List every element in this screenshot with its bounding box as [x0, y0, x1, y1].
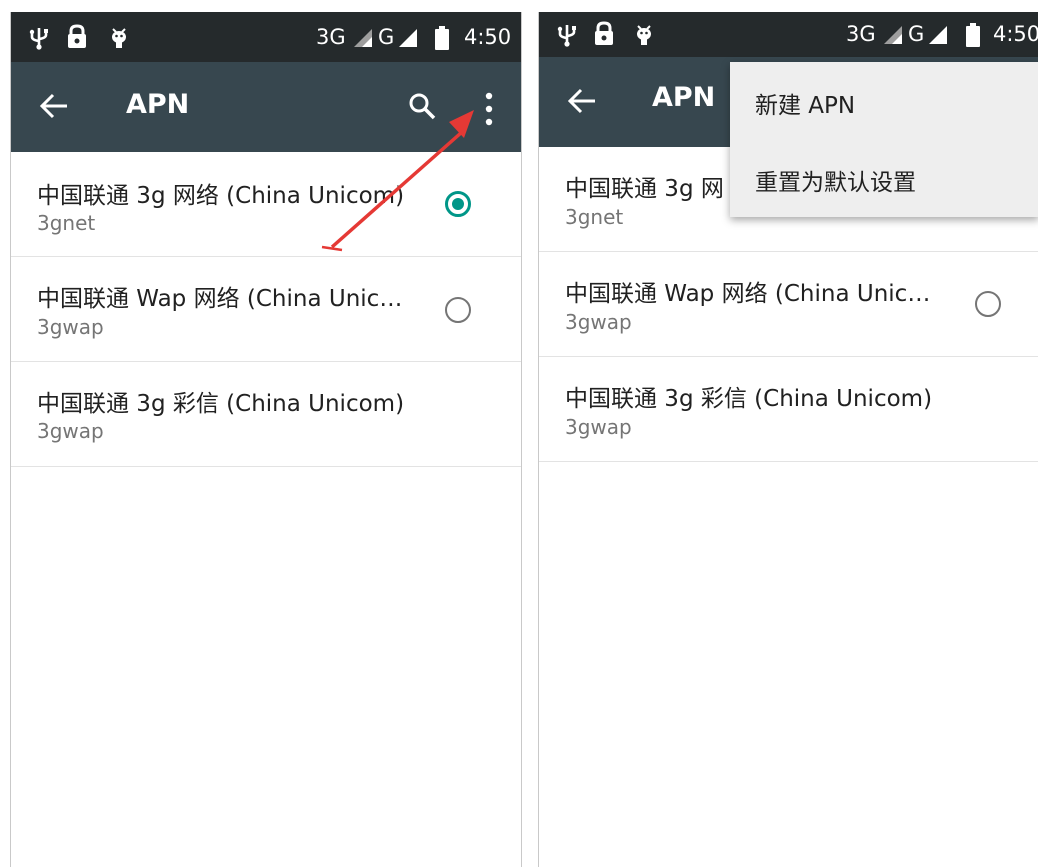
menu-item-new-apn[interactable]: 新建 APN: [755, 86, 855, 120]
network-type-2-label: G: [378, 25, 395, 49]
network-type-2-label: G: [908, 22, 925, 46]
apn-name: 中国联通 3g 网络 (China Unicom): [37, 183, 405, 209]
lock-icon: [66, 24, 88, 50]
status-bar: 3G G 4:50: [539, 12, 1038, 57]
signal-icon: [882, 25, 904, 45]
apn-value: 3gnet: [37, 211, 96, 235]
clock: 4:50: [464, 25, 512, 49]
screen-left: 3G G 4:50 APN 中国联通 3g 网络 (China Unicom) …: [10, 12, 522, 867]
usb-icon: [28, 26, 50, 50]
app-bar: APN: [11, 62, 521, 152]
battery-icon: [966, 23, 980, 47]
apn-name: 中国联通 Wap 网络 (China Unic…: [565, 281, 931, 307]
apn-name: 中国联通 3g 网: [565, 176, 724, 202]
apn-value: 3gnet: [565, 205, 624, 229]
signal-icon: [352, 28, 374, 48]
apn-list-item[interactable]: 中国联通 3g 彩信 (China Unicom) 3gwap: [11, 362, 521, 467]
apn-value: 3gwap: [37, 315, 104, 339]
apn-value: 3gwap: [37, 419, 104, 443]
search-icon[interactable]: [407, 91, 437, 125]
apn-list-item[interactable]: 中国联通 3g 彩信 (China Unicom) 3gwap: [539, 357, 1038, 462]
page-title: APN: [652, 82, 716, 113]
apn-list-item[interactable]: 中国联通 Wap 网络 (China Unic… 3gwap: [539, 252, 1038, 357]
signal-icon: [927, 25, 949, 45]
back-arrow-icon[interactable]: [39, 92, 69, 124]
radio-button[interactable]: [445, 297, 471, 323]
menu-item-reset-default[interactable]: 重置为默认设置: [755, 163, 916, 197]
status-bar: 3G G 4:50: [11, 12, 521, 62]
back-arrow-icon[interactable]: [567, 87, 597, 119]
battery-icon: [435, 26, 449, 50]
network-type-label: 3G: [316, 25, 346, 49]
apn-name: 中国联通 3g 彩信 (China Unicom): [37, 391, 405, 417]
apn-value: 3gwap: [565, 415, 632, 439]
apn-list-item[interactable]: 中国联通 3g 网络 (China Unicom) 3gnet: [11, 152, 521, 257]
overflow-menu-icon[interactable]: [476, 89, 502, 129]
apn-list-item[interactable]: 中国联通 Wap 网络 (China Unic… 3gwap: [11, 257, 521, 362]
radio-button[interactable]: [975, 291, 1001, 317]
apn-name: 中国联通 3g 彩信 (China Unicom): [565, 386, 933, 412]
radio-button-selected[interactable]: [445, 191, 471, 217]
clock: 4:50: [993, 22, 1038, 46]
page-title: APN: [126, 89, 190, 120]
apn-value: 3gwap: [565, 310, 632, 334]
usb-icon: [556, 23, 578, 47]
apn-name: 中国联通 Wap 网络 (China Unic…: [37, 286, 403, 312]
signal-icon: [397, 28, 419, 48]
android-debug-icon: [108, 24, 130, 50]
overflow-menu: 新建 APN 重置为默认设置: [730, 62, 1038, 217]
network-type-label: 3G: [846, 22, 876, 46]
android-debug-icon: [633, 21, 655, 47]
screen-right: 3G G 4:50 APN 中国联通 3g 网 3gnet 中国联通 Wap 网…: [538, 12, 1038, 867]
lock-icon: [593, 21, 615, 47]
